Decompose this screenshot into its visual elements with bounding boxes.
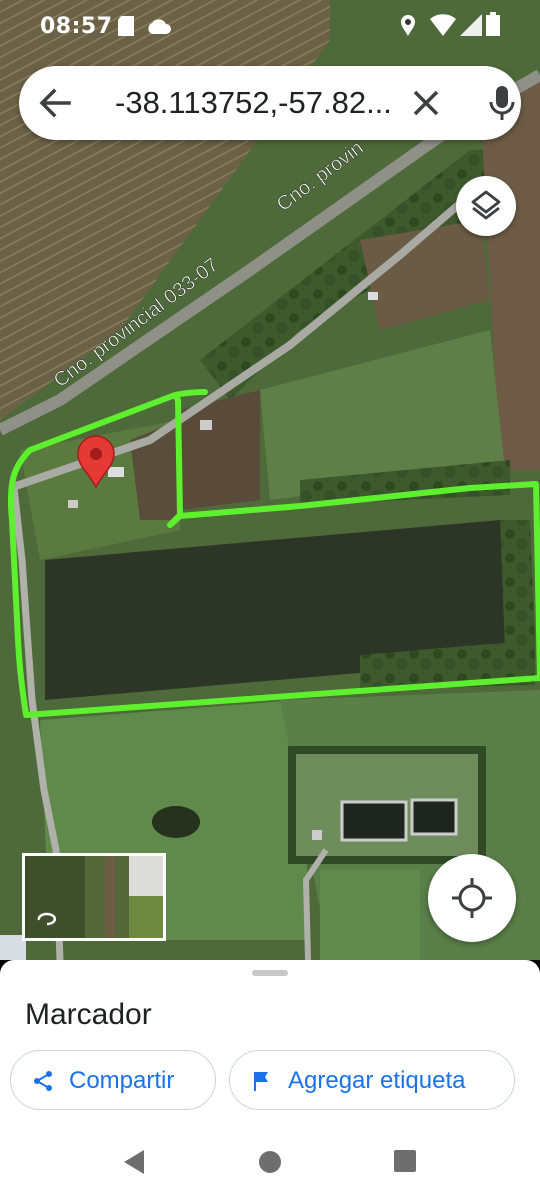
street-view-thumbnail[interactable] [22,853,166,941]
battery-icon [486,12,500,36]
search-bar[interactable]: -38.113752,-57.82... [19,66,521,140]
status-time: 08:57 [40,14,113,39]
home-circle-icon[interactable] [258,1150,282,1174]
close-icon[interactable] [411,88,441,118]
satellite-map[interactable]: Cno. provincial 033-07 Cno. provin [0,0,540,960]
flag-icon [254,1072,268,1091]
bottom-sheet[interactable]: Marcador Compartir Agregar etiqueta [0,960,540,1120]
sd-card-icon [118,16,134,36]
crosshair-icon [452,878,492,918]
status-bar: 08:57 [0,0,540,52]
add-label-label: Agregar etiqueta [288,1067,466,1094]
system-nav-bar [0,1120,540,1200]
add-label-button[interactable]: Agregar etiqueta [229,1050,515,1110]
cloud-icon [148,19,171,34]
place-title: Marcador [25,998,152,1031]
share-button[interactable]: Compartir [10,1050,216,1110]
drag-handle[interactable] [252,970,288,976]
share-label: Compartir [69,1067,175,1094]
signal-icon [460,14,482,36]
my-location-button[interactable] [428,854,516,942]
wifi-icon [430,14,456,36]
layers-button[interactable] [456,176,516,236]
street-view-image [25,856,163,938]
recents-square-icon[interactable] [394,1150,416,1172]
search-query-text[interactable]: -38.113752,-57.82... [115,85,392,121]
back-triangle-icon[interactable] [122,1150,146,1174]
microphone-icon[interactable] [487,84,517,122]
location-icon [401,15,415,36]
map-imagery: Cno. provincial 033-07 Cno. provin [0,0,540,960]
back-arrow-icon[interactable] [39,88,71,118]
share-icon [34,1071,52,1091]
layers-icon [471,190,501,220]
